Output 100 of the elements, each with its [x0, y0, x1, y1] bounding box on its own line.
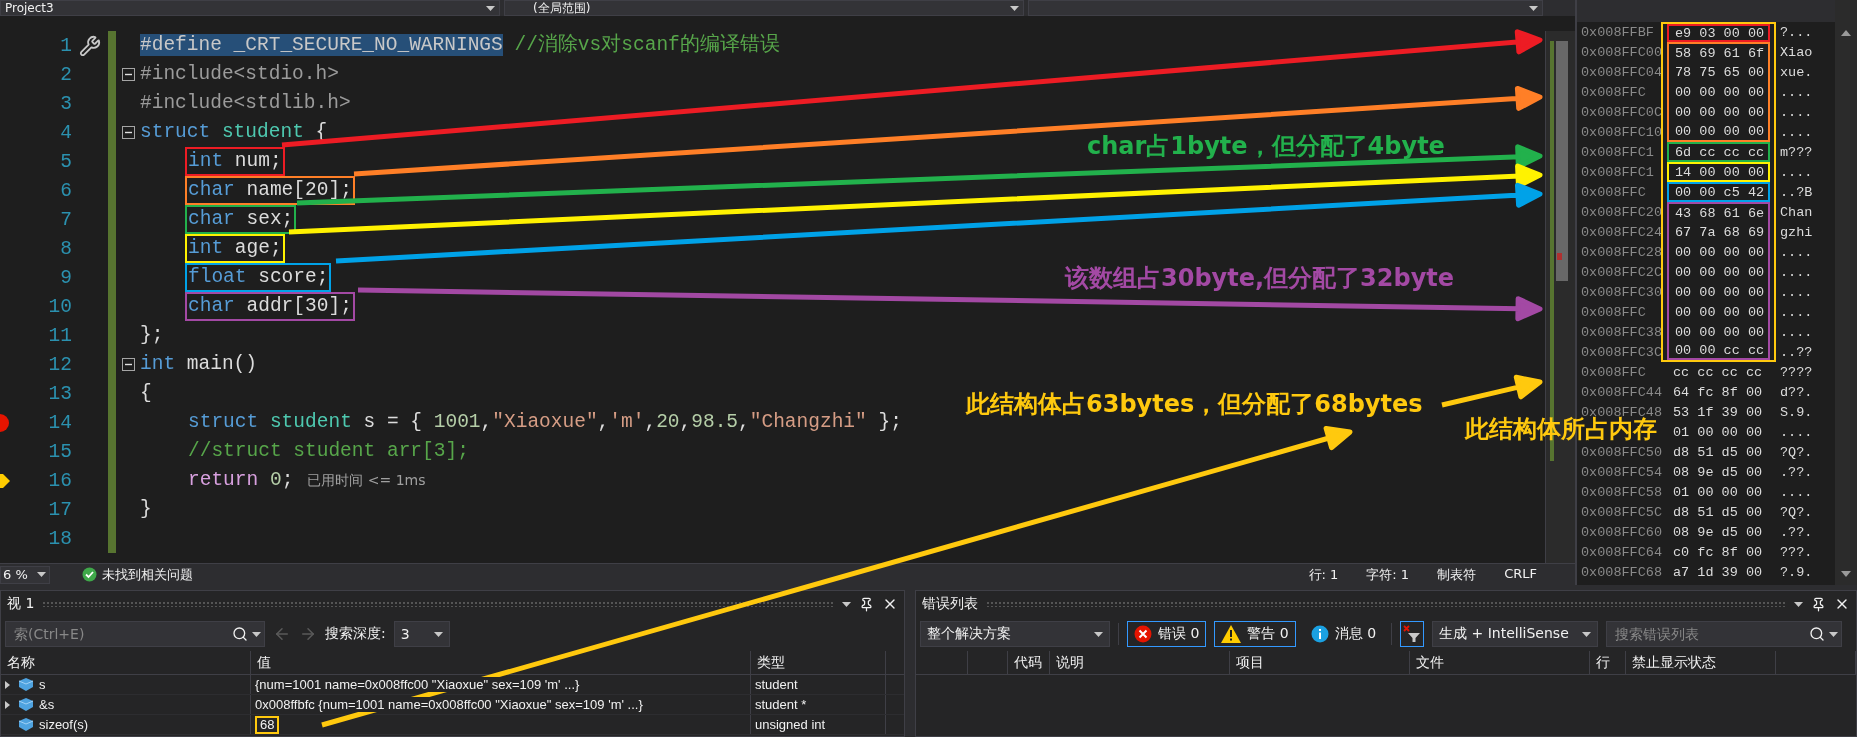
column-header[interactable]: 行: [1590, 651, 1626, 674]
memory-chars: ....: [1780, 104, 1813, 120]
memory-bytes: 00 00 c5 42: [1667, 182, 1770, 202]
line-ending-status[interactable]: CRLF: [1504, 565, 1537, 584]
column-status: 字符: 1: [1366, 565, 1410, 584]
memory-address: 0x008FFC5C: [1581, 504, 1662, 520]
filter-toggle[interactable]: 错误 0: [1127, 621, 1207, 647]
line-number: 14: [47, 411, 72, 434]
caret-icon: [1010, 5, 1019, 11]
code-line: //struct student arr[3];: [188, 439, 469, 464]
memory-chars: ....: [1780, 424, 1813, 440]
memory-bytes: 08 9e d5 00: [1672, 523, 1764, 542]
search-input[interactable]: 索(Ctrl+E): [12, 625, 232, 643]
project-dropdown[interactable]: Project3: [0, 0, 500, 16]
memory-address: 0x008FFC1: [1581, 144, 1654, 160]
column-header[interactable]: 类型: [751, 651, 886, 674]
memory-bytes: 00 00 00 00: [1667, 122, 1770, 142]
memory-chars: ....: [1780, 244, 1813, 260]
watch-type: student *: [755, 697, 807, 712]
annotation-note: 此结构体所占内存: [1465, 415, 1657, 445]
search-field[interactable]: 搜索错误列表: [1606, 621, 1843, 647]
memory-chars: xue.: [1780, 64, 1813, 80]
memory-address: 0x008FFC10: [1581, 124, 1662, 140]
column-header[interactable]: 名称: [1, 651, 251, 674]
check-icon: [82, 567, 97, 582]
memory-chars: ....: [1780, 284, 1813, 300]
memory-address: 0x008FFC00: [1581, 44, 1662, 60]
line-number: 2: [59, 63, 72, 86]
memory-bytes: cc cc cc cc: [1672, 363, 1764, 382]
cube-icon: [19, 698, 33, 711]
memory-bytes: 00 00 00 00: [1667, 242, 1770, 262]
memory-chars: gzhi: [1780, 224, 1813, 240]
memory-chars: ???.: [1780, 544, 1813, 560]
expand-icon[interactable]: [5, 680, 10, 689]
search-icon[interactable]: [232, 626, 248, 642]
memory-address: 0x008FFC44: [1581, 384, 1662, 400]
line-number: 13: [47, 382, 72, 405]
memory-chars: ????: [1780, 364, 1813, 380]
column-header[interactable]: 说明: [1050, 651, 1230, 674]
column-header[interactable]: 代码: [1008, 651, 1050, 674]
pin-icon[interactable]: [859, 596, 874, 612]
watch-value: {num=1001 name=0x008ffc00 "Xiaoxue" sex=109 'm' ...}: [255, 677, 580, 692]
zoom-dropdown[interactable]: 6 %: [0, 565, 50, 584]
issues-status[interactable]: 未找到相关问题: [102, 565, 193, 584]
memory-address: 0x008FFC68: [1581, 564, 1662, 580]
memory-bytes: 78 75 65 00: [1667, 62, 1770, 82]
caret-icon: [251, 631, 261, 637]
expand-icon[interactable]: [5, 700, 10, 709]
cube-icon: [19, 718, 33, 731]
memory-address: 0x008FFC0C: [1581, 104, 1662, 120]
collapse-icon[interactable]: [121, 358, 135, 371]
indent-status[interactable]: 制表符: [1437, 565, 1477, 584]
search-field[interactable]: 索(Ctrl+E): [5, 621, 265, 647]
memory-bytes: 6d cc cc cc: [1667, 142, 1770, 162]
line-number: 10: [47, 295, 72, 318]
line-number: 6: [59, 179, 72, 202]
filter-toggle[interactable]: 消息 0: [1303, 621, 1384, 647]
watch-value: 0x008ffbfc {num=1001 name=0x008ffc00 "Xiaoxue" sex=109 'm' ...}: [255, 697, 643, 712]
memory-bytes: a7 1d 39 00: [1672, 563, 1764, 582]
memory-bytes: 08 9e d5 00: [1672, 463, 1764, 482]
scope-dropdown[interactable]: (全局范围): [504, 0, 1024, 16]
memory-address: 0x008FFC38: [1581, 324, 1662, 340]
collapse-icon[interactable]: [121, 126, 135, 139]
memory-scrollbar[interactable]: [1835, 0, 1857, 585]
warning-icon: [1221, 625, 1242, 643]
scope-dropdown[interactable]: 整个解决方案: [920, 621, 1110, 647]
breakpoint-icon[interactable]: [0, 413, 10, 432]
panel-title: 视 1: [7, 595, 35, 613]
wrench-icon[interactable]: [79, 34, 101, 57]
source-dropdown[interactable]: 生成 + IntelliSense: [1432, 621, 1599, 647]
memory-address: 0x008FFC24: [1581, 224, 1662, 240]
search-input[interactable]: 搜索错误列表: [1613, 625, 1810, 643]
memory-address: 0x008FFC2C: [1581, 264, 1662, 280]
column-header[interactable]: 文件: [1410, 651, 1590, 674]
memory-bytes: 00 00 00 00: [1667, 282, 1770, 302]
line-number: 12: [47, 353, 72, 376]
annotation-note: 此结构体占63bytes，但分配了68bytes: [966, 389, 1423, 420]
pin-icon[interactable]: [1811, 596, 1826, 612]
depth-dropdown[interactable]: 3: [393, 621, 450, 647]
line-number: 16: [47, 469, 72, 492]
line-number: 17: [47, 498, 72, 521]
annotation-note: 该数组占30byte,但分配了32byte: [1065, 263, 1455, 294]
memory-bytes: 00 00 00 00: [1667, 322, 1770, 342]
memory-chars: ....: [1780, 304, 1813, 320]
memory-chars: ....: [1780, 124, 1813, 140]
caret-icon: [1794, 601, 1803, 607]
memory-bytes: 00 00 00 00: [1667, 262, 1770, 282]
memory-address: 0x008FFC1: [1581, 164, 1654, 180]
filter-button[interactable]: [1400, 621, 1425, 647]
memory-chars: Xiao: [1780, 44, 1813, 60]
column-header[interactable]: 禁止显示状态: [1626, 651, 1776, 674]
column-header[interactable]: 项目: [1230, 651, 1410, 674]
scroll-up-icon[interactable]: [1841, 30, 1851, 36]
collapse-icon[interactable]: [121, 68, 135, 81]
filter-toggle[interactable]: 警告 0: [1214, 621, 1296, 647]
search-icon[interactable]: [1809, 626, 1826, 642]
memory-chars: ?Q?.: [1780, 504, 1813, 520]
code-line: #include<stdlib.h>: [140, 91, 351, 116]
memory-address: 0x008FFC58: [1581, 484, 1662, 500]
scroll-down-icon[interactable]: [1841, 571, 1851, 577]
